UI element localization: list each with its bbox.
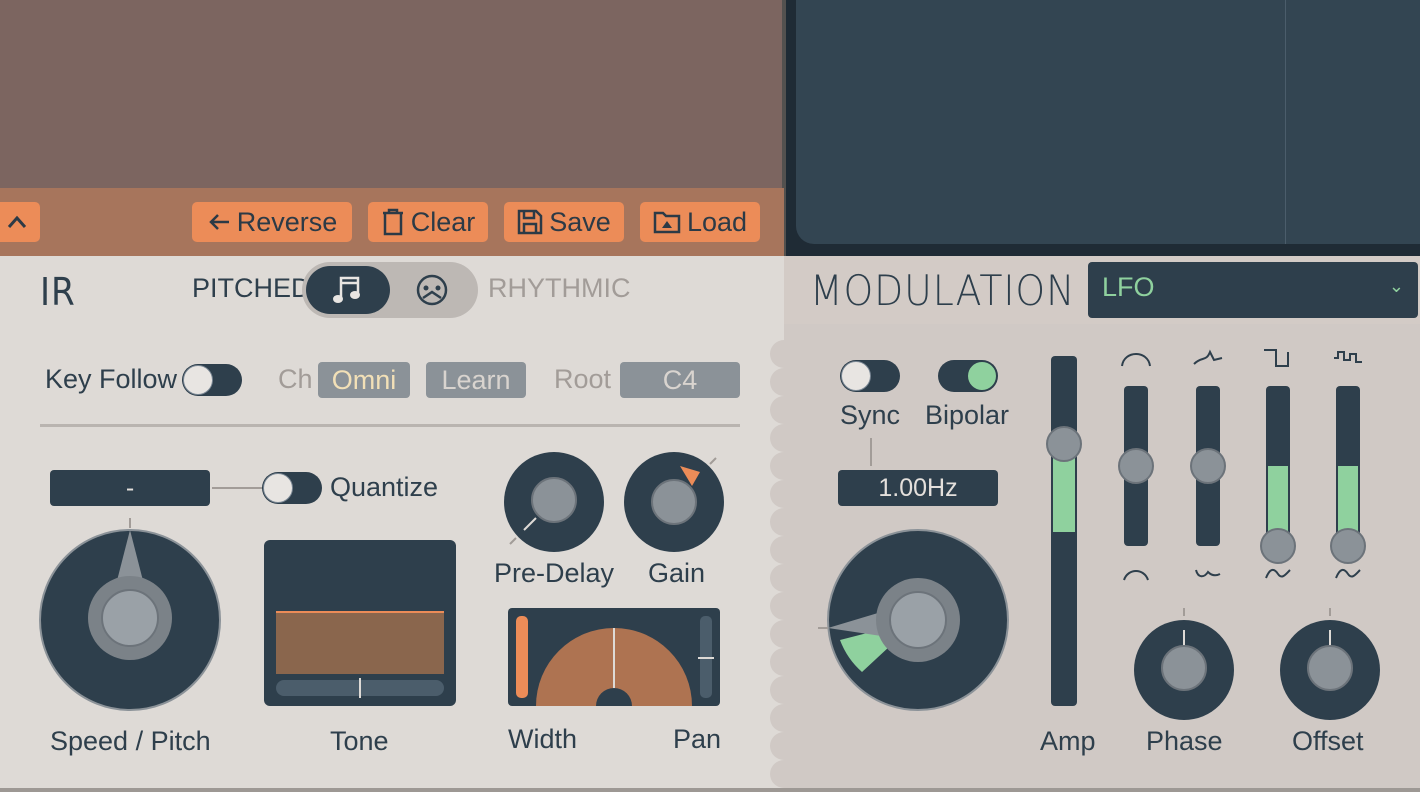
key-follow-label: Key Follow (45, 364, 178, 394)
bipolar-toggle[interactable] (938, 360, 998, 392)
saw-shape-icon (1195, 569, 1221, 578)
pitched-label: PITCHED (192, 273, 311, 303)
rate-connector (870, 438, 872, 466)
modulation-source-select[interactable]: LFO ⌄ (1088, 262, 1418, 318)
pan-label: Pan (673, 724, 722, 754)
step-shape-icon (1334, 351, 1362, 363)
speed-pitch-knob[interactable] (38, 516, 224, 712)
channel-select[interactable]: Omni (318, 362, 410, 398)
speed-pitch-label: Speed / Pitch (50, 726, 211, 756)
section-divider (40, 424, 740, 427)
clear-button[interactable]: Clear (368, 202, 488, 242)
folder-icon (653, 211, 681, 234)
width-pan-display[interactable] (508, 608, 720, 706)
shape-slider-2[interactable] (1190, 384, 1226, 554)
offset-knob[interactable] (1278, 606, 1382, 722)
pre-delay-label: Pre-Delay (494, 558, 615, 588)
pre-delay-knob[interactable] (502, 450, 606, 554)
ir-title: IR (40, 270, 76, 314)
music-note-icon[interactable] (332, 274, 362, 306)
lfo-rate-knob[interactable] (814, 528, 1014, 714)
modulation-playhead (1285, 0, 1286, 244)
root-note-select[interactable]: C4 (620, 362, 740, 398)
shape-slider-4[interactable] (1330, 384, 1366, 564)
sine-shape-icon (1121, 353, 1151, 367)
save-button[interactable]: Save (504, 202, 624, 242)
metronome-icon[interactable] (414, 274, 450, 306)
save-disk-icon (517, 209, 543, 235)
gain-label: Gain (648, 558, 706, 588)
rhythmic-label: RHYTHMIC (488, 273, 631, 303)
save-label: Save (549, 206, 611, 237)
panel-scallop-edge (770, 340, 804, 792)
learn-button[interactable]: Learn (426, 362, 526, 398)
channel-label: Ch (278, 364, 313, 394)
width-label: Width (508, 724, 578, 754)
square-shape-icon (1264, 349, 1289, 367)
lfo-rate-display[interactable]: 1.00Hz (838, 470, 998, 506)
ir-toolbar: Reverse Clear Save Load (0, 188, 784, 256)
tone-label: Tone (330, 726, 389, 756)
quantize-label: Quantize (330, 472, 439, 502)
load-button[interactable]: Load (640, 202, 760, 242)
phase-label: Phase (1146, 726, 1223, 756)
root-label: Root (554, 364, 612, 394)
collapse-button[interactable] (0, 202, 40, 242)
reverse-button[interactable]: Reverse (192, 202, 352, 242)
quantize-connector (212, 487, 264, 489)
amp-slider[interactable] (1046, 354, 1082, 708)
window-bottom-edge (0, 788, 1420, 792)
triangle-shape-icon (1193, 349, 1223, 365)
sine-shape-icon (1335, 568, 1361, 579)
tone-filter-display[interactable] (264, 540, 456, 706)
load-label: Load (686, 206, 748, 237)
shape-slider-1[interactable] (1118, 384, 1154, 554)
chevron-down-icon: ⌄ (1388, 276, 1404, 296)
reverse-label: Reverse (236, 206, 338, 237)
gain-knob[interactable] (622, 450, 726, 554)
trash-icon (382, 208, 403, 236)
sync-label: Sync (840, 400, 901, 430)
clear-label: Clear (410, 206, 476, 237)
sync-toggle[interactable] (840, 360, 900, 392)
quantize-toggle[interactable] (262, 472, 322, 504)
sine-shape-icon (1123, 570, 1149, 581)
key-follow-toggle[interactable] (182, 364, 242, 396)
chevron-up-icon (7, 215, 27, 228)
modulation-display[interactable] (796, 0, 1420, 244)
modulation-source-value: LFO (1102, 272, 1155, 302)
arrow-left-icon (208, 214, 229, 230)
shape-slider-3[interactable] (1260, 384, 1296, 564)
sine-shape-icon (1265, 568, 1291, 579)
ir-waveform-area[interactable] (0, 0, 782, 188)
bipolar-label: Bipolar (925, 400, 1010, 430)
modulation-title: MODULATION (810, 266, 1076, 315)
speed-display[interactable]: - (50, 470, 210, 506)
offset-label: Offset (1292, 726, 1364, 756)
phase-knob[interactable] (1132, 606, 1236, 722)
amp-label: Amp (1040, 726, 1096, 756)
